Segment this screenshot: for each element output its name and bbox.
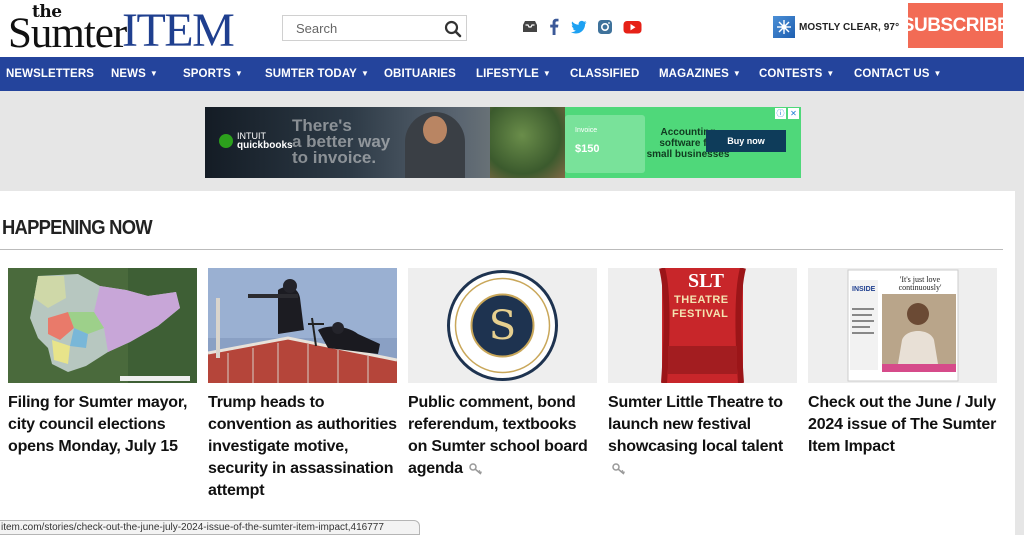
story-thumbnail-map[interactable] — [8, 268, 197, 383]
ad-brand-line2: quickbooks — [237, 140, 293, 151]
story-title[interactable]: Filing for Sumter mayor, city council el… — [8, 392, 197, 458]
story-title[interactable]: Sumter Little Theatre to launch new fest… — [608, 392, 797, 482]
weather-icon — [773, 16, 795, 38]
ad-choices: ⓘ ✕ — [775, 108, 799, 119]
nav-label: LIFESTYLE — [476, 68, 539, 80]
caret-down-icon: ▼ — [732, 69, 741, 78]
ad-green-panel: Invoice $150 Accounting software for sma… — [565, 107, 801, 178]
ad-brand-logo: INTUIT quickbooks — [219, 132, 293, 151]
nav-item-contact-us[interactable]: CONTACT US ▼ — [854, 57, 942, 91]
key-icon — [469, 460, 483, 482]
weather-widget[interactable]: MOSTLY CLEAR, 97° — [773, 16, 899, 38]
poster-title-theatre: THEATRE — [674, 294, 729, 306]
nav-item-sports[interactable]: SPORTS ▼ — [183, 57, 243, 91]
banner-ad[interactable]: INTUIT quickbooks There's a better way to… — [205, 107, 801, 178]
facebook-icon[interactable] — [549, 17, 559, 37]
happening-now-section: HAPPENING NOW Filing for Sumter mayor, c… — [0, 191, 1015, 535]
nav-label: NEWSLETTERS — [6, 68, 94, 80]
section-title: HAPPENING NOW — [2, 217, 153, 239]
nav-label: NEWS — [111, 68, 146, 80]
svg-text:S: S — [489, 303, 516, 349]
poster-title-festival: FESTIVAL — [672, 308, 729, 320]
ad-buy-now-button[interactable]: Buy now — [706, 130, 786, 152]
story-card[interactable]: SLT THEATRE FESTIVAL Sumter Little Theat… — [608, 268, 797, 482]
story-title-text: Sumter Little Theatre to launch new fest… — [608, 394, 784, 455]
story-card[interactable]: S Public comment, bond referendum, textb… — [408, 268, 597, 482]
caret-down-icon: ▼ — [360, 69, 369, 78]
nav-label: CONTACT US — [854, 68, 930, 80]
ad-person-image — [405, 112, 465, 178]
story-title[interactable]: Check out the June / July 2024 issue of … — [808, 392, 997, 458]
main-nav: NEWSLETTERS NEWS ▼ SPORTS ▼ SUMTER TODAY ▼ … — [0, 57, 1024, 91]
youtube-icon[interactable] — [623, 17, 642, 37]
ad-headline-line: to invoice. — [292, 148, 377, 167]
section-divider — [0, 249, 1003, 250]
quickbooks-logo-icon — [219, 134, 233, 148]
site-header: the Sumter ITEM MOSTLY CLEAR, 97° SUBSCR… — [0, 0, 1024, 57]
ad-invoice-amount: $150 — [575, 143, 600, 155]
caret-down-icon: ▼ — [826, 69, 835, 78]
twitter-icon[interactable] — [570, 17, 587, 37]
subscribe-button[interactable]: SUBSCRIBE — [902, 3, 1010, 48]
nav-label: SUMTER TODAY — [265, 68, 357, 80]
ad-info-icon[interactable]: ⓘ — [775, 108, 786, 119]
magazine-inside-label: INSIDE — [852, 286, 876, 293]
nav-item-contests[interactable]: CONTESTS ▼ — [759, 57, 834, 91]
nav-label: CONTESTS — [759, 68, 823, 80]
key-icon — [612, 460, 626, 482]
logo-item: ITEM — [122, 4, 235, 57]
nav-item-magazines[interactable]: MAGAZINES ▼ — [659, 57, 741, 91]
story-card[interactable]: INSIDE 'It's just love continuously' Che… — [808, 268, 997, 458]
weather-text: MOSTLY CLEAR, 97° — [799, 21, 900, 33]
site-logo[interactable]: the Sumter ITEM — [8, 2, 235, 57]
magazine-cover-quote: 'It's just love continuously' — [898, 275, 942, 292]
story-title[interactable]: Public comment, bond referendum, textboo… — [408, 392, 597, 482]
nav-item-obituaries[interactable]: OBITUARIES — [384, 57, 460, 91]
story-card[interactable]: Trump heads to convention as authorities… — [208, 268, 397, 502]
logo-sumter: Sumter — [8, 10, 127, 57]
caret-down-icon: ▼ — [542, 69, 551, 78]
search-box — [282, 15, 467, 41]
ad-invoice-label: Invoice — [575, 127, 598, 134]
ad-headline: There's a better way to invoice. — [292, 117, 390, 167]
caret-down-icon: ▼ — [933, 69, 942, 78]
ad-invoice-card: Invoice $150 — [565, 115, 645, 173]
nav-item-lifestyle[interactable]: LIFESTYLE ▼ — [476, 57, 551, 91]
caret-down-icon: ▼ — [149, 69, 158, 78]
ad-brand-text: INTUIT quickbooks — [237, 132, 293, 151]
story-thumbnail-poster[interactable]: SLT THEATRE FESTIVAL — [608, 268, 797, 383]
inbox-icon[interactable] — [522, 17, 538, 37]
link-status-bar: item.com/stories/check-out-the-june-july… — [0, 520, 420, 535]
story-title-text: Public comment, bond referendum, textboo… — [408, 394, 588, 477]
nav-label: CLASSIFIED — [570, 68, 640, 80]
story-thumbnail-photo[interactable] — [208, 268, 397, 383]
story-title-text: Check out the June / July 2024 issue of … — [808, 394, 997, 455]
caret-down-icon: ▼ — [234, 69, 243, 78]
ad-plants-image — [490, 107, 570, 178]
story-title-text: Trump heads to convention as authorities… — [208, 394, 397, 499]
story-card[interactable]: Filing for Sumter mayor, city council el… — [8, 268, 197, 458]
poster-title-slt: SLT — [688, 270, 724, 292]
nav-label: MAGAZINES — [659, 68, 729, 80]
nav-item-newsletters[interactable]: NEWSLETTERS — [6, 57, 98, 91]
nav-label: SPORTS — [183, 68, 231, 80]
nav-label: OBITUARIES — [384, 68, 456, 80]
search-icon[interactable] — [444, 20, 462, 38]
ad-close-icon[interactable]: ✕ — [788, 108, 799, 119]
story-thumbnail-magazine[interactable]: INSIDE 'It's just love continuously' — [808, 268, 997, 383]
nav-item-news[interactable]: NEWS ▼ — [111, 57, 158, 91]
nav-item-sumter-today[interactable]: SUMTER TODAY ▼ — [265, 57, 369, 91]
story-thumbnail-seal[interactable]: S — [408, 268, 597, 383]
story-title[interactable]: Trump heads to convention as authorities… — [208, 392, 397, 502]
story-title-text: Filing for Sumter mayor, city council el… — [8, 394, 188, 455]
instagram-icon[interactable] — [597, 17, 613, 37]
nav-item-classified[interactable]: CLASSIFIED — [570, 57, 643, 91]
search-input[interactable] — [283, 16, 433, 40]
